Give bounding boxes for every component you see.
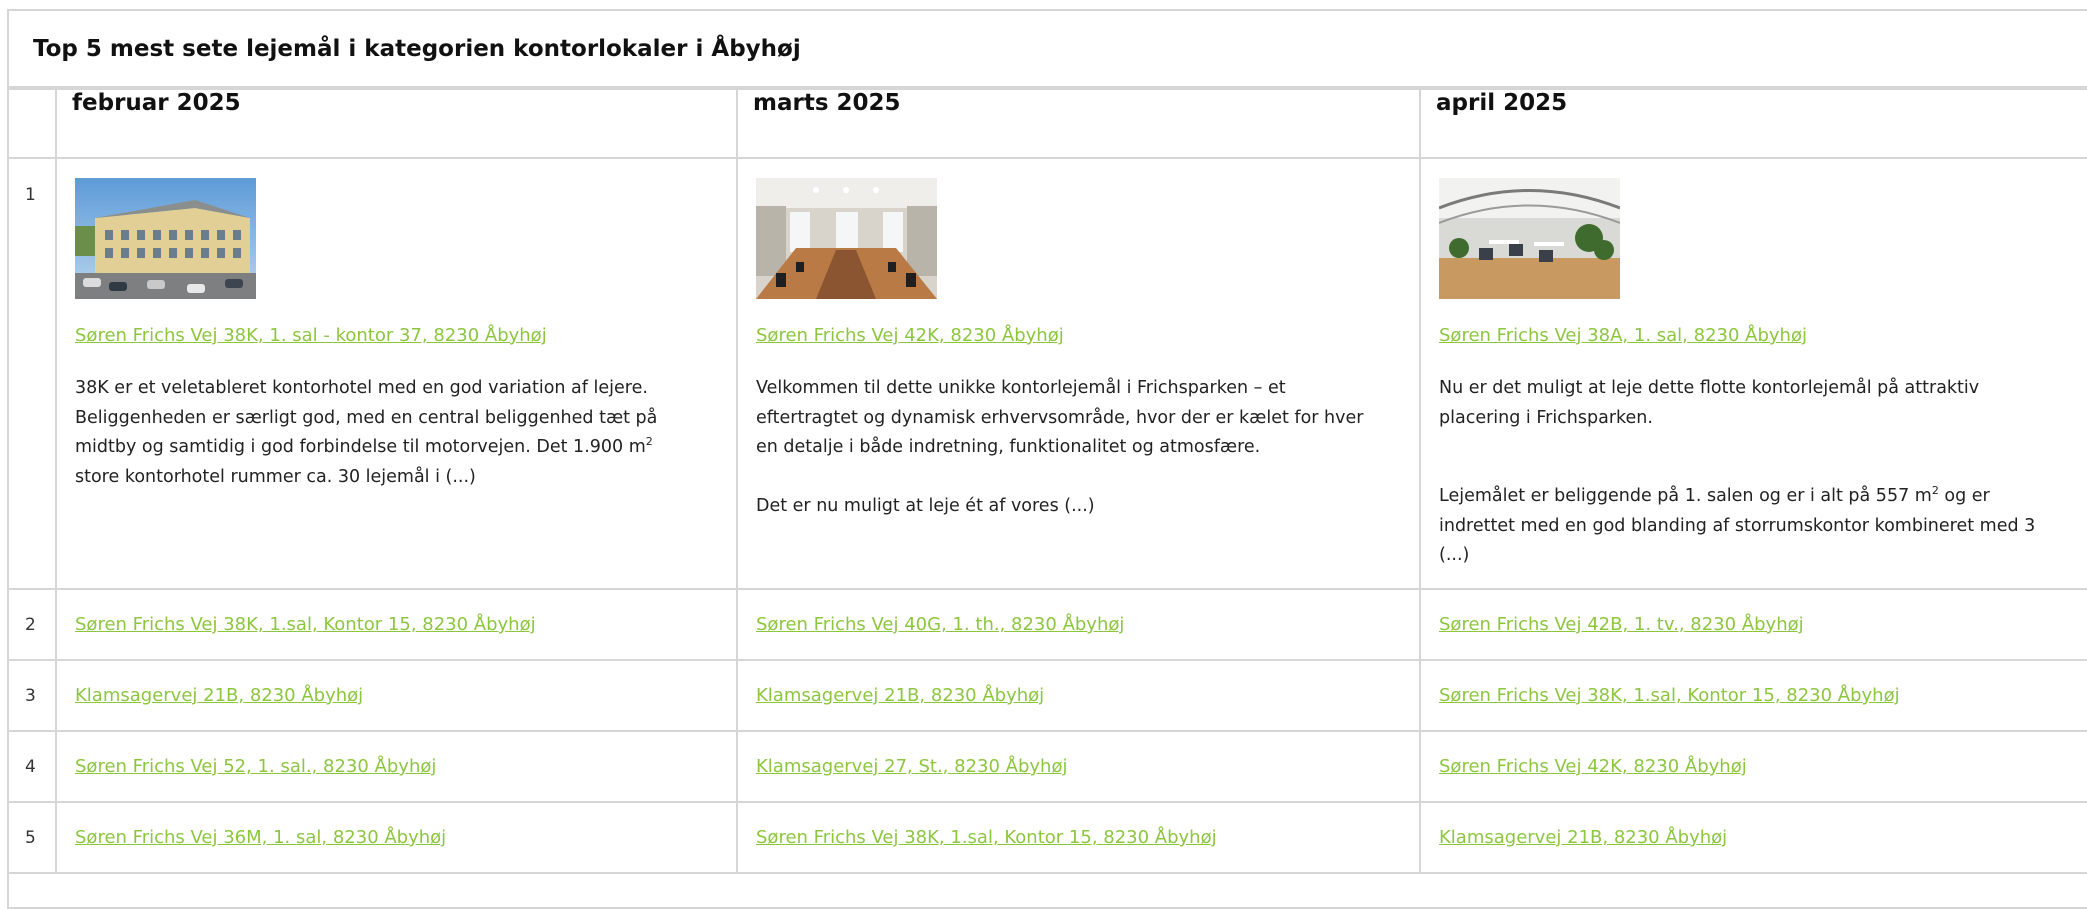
featured-listing-march: Søren Frichs Vej 42K, 8230 Åbyhøj Velkom…	[736, 157, 1421, 590]
rank-number: 4	[9, 730, 57, 803]
table-row: 1 Søren Frichs Vej 38K, 1. sal - kontor …	[9, 157, 2087, 590]
featured-listing-link[interactable]: Søren Frichs Vej 38A, 1. sal, 8230 Åbyhø…	[1439, 325, 1807, 346]
listing-link[interactable]: Klamsagervej 21B, 8230 Åbyhøj	[75, 685, 363, 706]
listing-cell: Søren Frichs Vej 52, 1. sal., 8230 Åbyhø…	[55, 730, 738, 803]
listing-description: Velkommen til dette unikke kontorlejemål…	[756, 378, 1364, 516]
listing-cell: Søren Frichs Vej 36M, 1. sal, 8230 Åbyhø…	[55, 801, 738, 874]
building-exterior-photo[interactable]	[75, 178, 256, 299]
listing-link[interactable]: Søren Frichs Vej 38K, 1.sal, Kontor 15, …	[75, 614, 536, 635]
top5-panel: Top 5 mest sete lejemål i kategorien kon…	[7, 9, 2087, 909]
rank-number: 3	[9, 659, 57, 732]
listing-cell: Søren Frichs Vej 38K, 1.sal, Kontor 15, …	[55, 588, 738, 661]
listing-link[interactable]: Søren Frichs Vej 42B, 1. tv., 8230 Åbyhø…	[1439, 614, 1804, 635]
rank-number: 2	[9, 588, 57, 661]
listing-link[interactable]: Søren Frichs Vej 40G, 1. th., 8230 Åbyhø…	[756, 614, 1124, 635]
table-row: 4 Søren Frichs Vej 52, 1. sal., 8230 Åby…	[9, 730, 2087, 803]
month-header-february: februar 2025	[55, 88, 738, 159]
listing-cell: Søren Frichs Vej 38K, 1.sal, Kontor 15, …	[1419, 659, 2087, 732]
featured-listing-link[interactable]: Søren Frichs Vej 38K, 1. sal - kontor 37…	[75, 325, 547, 346]
listing-description: Nu er det muligt at leje dette flotte ko…	[1439, 378, 2036, 565]
rank-number: 1	[9, 157, 57, 590]
listing-cell: Søren Frichs Vej 42K, 8230 Åbyhøj	[1419, 730, 2087, 803]
table-row: 3 Klamsagervej 21B, 8230 Åbyhøj Klamsage…	[9, 659, 2087, 732]
listing-link[interactable]: Søren Frichs Vej 36M, 1. sal, 8230 Åbyhø…	[75, 827, 446, 848]
listing-link[interactable]: Klamsagervej 21B, 8230 Åbyhøj	[1439, 827, 1727, 848]
table-row: 2 Søren Frichs Vej 38K, 1.sal, Kontor 15…	[9, 588, 2087, 661]
table-row: 5 Søren Frichs Vej 36M, 1. sal, 8230 Åby…	[9, 801, 2087, 874]
panel-title: Top 5 mest sete lejemål i kategorien kon…	[9, 11, 2087, 88]
listing-link[interactable]: Klamsagervej 27, St., 8230 Åbyhøj	[756, 756, 1067, 777]
featured-listing-link[interactable]: Søren Frichs Vej 42K, 8230 Åbyhøj	[756, 325, 1064, 346]
listing-cell: Søren Frichs Vej 42B, 1. tv., 8230 Åbyhø…	[1419, 588, 2087, 661]
listing-link[interactable]: Søren Frichs Vej 42K, 8230 Åbyhøj	[1439, 756, 1747, 777]
listing-cell: Klamsagervej 21B, 8230 Åbyhøj	[1419, 801, 2087, 874]
listing-link[interactable]: Klamsagervej 21B, 8230 Åbyhøj	[756, 685, 1044, 706]
office-interior-photo[interactable]	[756, 178, 937, 299]
listing-cell: Klamsagervej 21B, 8230 Åbyhøj	[736, 659, 1421, 732]
featured-listing-february: Søren Frichs Vej 38K, 1. sal - kontor 37…	[55, 157, 738, 590]
open-office-photo[interactable]	[1439, 178, 1620, 299]
listing-description: 38K er et veletableret kontorhotel med e…	[75, 378, 658, 487]
month-header-march: marts 2025	[736, 88, 1421, 159]
listing-cell: Klamsagervej 27, St., 8230 Åbyhøj	[736, 730, 1421, 803]
listing-link[interactable]: Søren Frichs Vej 38K, 1.sal, Kontor 15, …	[1439, 685, 1900, 706]
listing-cell: Klamsagervej 21B, 8230 Åbyhøj	[55, 659, 738, 732]
listing-cell: Søren Frichs Vej 38K, 1.sal, Kontor 15, …	[736, 801, 1421, 874]
month-header-april: april 2025	[1419, 88, 2087, 159]
rank-number: 5	[9, 801, 57, 874]
listing-link[interactable]: Søren Frichs Vej 52, 1. sal., 8230 Åbyhø…	[75, 756, 436, 777]
ranking-table: februar 2025 marts 2025 april 2025 1 Sør…	[9, 88, 2087, 874]
listing-link[interactable]: Søren Frichs Vej 38K, 1.sal, Kontor 15, …	[756, 827, 1217, 848]
featured-listing-april: Søren Frichs Vej 38A, 1. sal, 8230 Åbyhø…	[1419, 157, 2087, 590]
rank-header	[9, 88, 57, 159]
listing-cell: Søren Frichs Vej 40G, 1. th., 8230 Åbyhø…	[736, 588, 1421, 661]
